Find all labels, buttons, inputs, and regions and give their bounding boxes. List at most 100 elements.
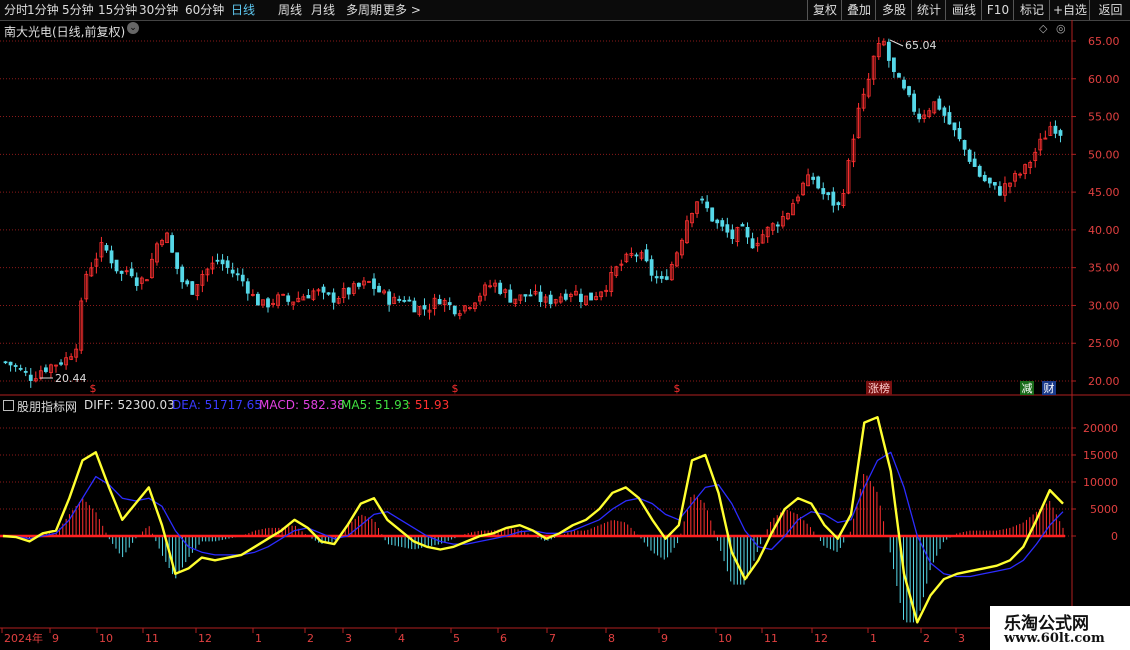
- candle-body: [907, 86, 911, 96]
- x-tick-label: 3: [958, 632, 965, 645]
- candle-body: [1058, 130, 1063, 136]
- candle-body: [972, 158, 977, 167]
- candle-body: [654, 276, 659, 279]
- dea-value: DEA: 51717.65: [172, 398, 262, 412]
- candle-body: [109, 250, 114, 264]
- candle-body: [8, 361, 13, 366]
- price-tick-label: 35.00: [1088, 262, 1120, 275]
- main-chart-title[interactable]: 南大光电(日线,前复权): [4, 23, 125, 40]
- finance-badge: 财: [1044, 381, 1055, 395]
- candle-body: [387, 291, 392, 305]
- candle-body: [220, 259, 225, 265]
- x-tick-label: 1: [870, 632, 877, 645]
- candle-body: [377, 285, 381, 293]
- candle-body: [811, 176, 816, 180]
- candle-body: [134, 277, 139, 286]
- candle-body: [886, 41, 891, 61]
- candle-body: [23, 371, 28, 373]
- candle-body: [998, 186, 1002, 196]
- price-tick-label: 50.00: [1088, 148, 1120, 161]
- candle-body: [245, 281, 250, 294]
- limit-badge: 涨榜: [868, 381, 890, 395]
- candle-body: [821, 188, 826, 195]
- candle-body: [992, 182, 997, 186]
- candle-body: [266, 298, 270, 308]
- candle-body: [644, 249, 649, 262]
- candle-body: [659, 275, 664, 279]
- x-tick-label: 9: [52, 632, 59, 645]
- price-tick-label: 60.00: [1088, 73, 1120, 86]
- candle-body: [185, 280, 190, 285]
- candle-body: [715, 219, 720, 224]
- candle-body: [240, 274, 245, 282]
- candle-body: [740, 224, 745, 227]
- x-tick-label: 1: [255, 632, 262, 645]
- candle-body: [664, 276, 669, 280]
- candle-body: [235, 273, 240, 276]
- candle-body: [28, 374, 33, 381]
- price-tick-label: 20.00: [1088, 375, 1120, 388]
- event-mark: $: [452, 382, 459, 395]
- sub-panel-square-icon[interactable]: [3, 400, 14, 411]
- candle-body: [947, 112, 952, 125]
- candle-body: [18, 368, 23, 370]
- candle-body: [321, 286, 326, 293]
- x-tick-label: 12: [814, 632, 828, 645]
- candle-body: [452, 305, 457, 315]
- diff-value: DIFF: 52300.03: [84, 398, 175, 412]
- diamond-icon[interactable]: ◇: [1039, 22, 1047, 35]
- candle-body: [917, 113, 922, 120]
- candle-body: [1053, 125, 1058, 134]
- sub-tick-label: 10000: [1083, 476, 1118, 489]
- watermark-line2: www.60lt.com: [1004, 631, 1105, 646]
- x-tick-label: 10: [99, 632, 113, 645]
- sub-tick-label: 20000: [1083, 422, 1118, 435]
- settings-icon[interactable]: ◎: [1056, 22, 1066, 35]
- chart-canvas: 65.00 60.00 55.00 50.00 45.00 40.00 35.00 30.00…: [0, 20, 1130, 650]
- event-mark: $: [674, 382, 681, 395]
- candle-body: [836, 202, 841, 206]
- x-tick-label: 4: [398, 632, 405, 645]
- candle-body: [356, 282, 361, 287]
- candle-body: [902, 79, 906, 89]
- candle-body: [548, 294, 553, 305]
- ma5-value: MA5: 51.93: [341, 398, 410, 412]
- price-tick-label: 45.00: [1088, 186, 1120, 199]
- x-tick-label: 2: [923, 632, 930, 645]
- candle-body: [412, 300, 417, 313]
- candle-body: [225, 260, 230, 268]
- candle-body: [397, 298, 402, 301]
- price-tick-label: 30.00: [1088, 299, 1120, 312]
- x-tick-label: 11: [145, 632, 159, 645]
- candle-body: [346, 287, 351, 295]
- candle-body: [730, 229, 735, 240]
- chevron-down-icon[interactable]: ⌄: [127, 22, 139, 34]
- candle-body: [952, 122, 957, 131]
- x-tick-label: 3: [345, 632, 352, 645]
- indicator-name[interactable]: 股朋指标网: [17, 398, 77, 415]
- watermark: 乐淘公式网 www.60lt.com: [990, 606, 1130, 650]
- candle-body: [962, 140, 967, 150]
- sub-tick-label: 5000: [1090, 503, 1118, 516]
- candle-body: [563, 293, 568, 300]
- candle-body: [937, 98, 942, 110]
- candle-body: [13, 365, 18, 367]
- candle-body: [649, 259, 654, 276]
- candle-body: [402, 300, 407, 302]
- candle-body: [579, 293, 583, 303]
- candle-body: [987, 177, 992, 184]
- candle-body: [720, 220, 725, 227]
- candle-body: [977, 165, 982, 177]
- candle-body: [190, 281, 195, 295]
- x-tick-label: 6: [500, 632, 507, 645]
- candle-body: [705, 201, 710, 209]
- candle-body: [175, 252, 180, 269]
- candle-body: [331, 292, 336, 303]
- candle-body: [897, 73, 901, 78]
- price-tick-label: 25.00: [1088, 337, 1120, 350]
- price-tick-label: 65.00: [1088, 35, 1120, 48]
- candle-body: [750, 238, 755, 249]
- candle-body: [912, 93, 916, 112]
- candle-body: [498, 282, 503, 294]
- high-pointer: [889, 39, 904, 47]
